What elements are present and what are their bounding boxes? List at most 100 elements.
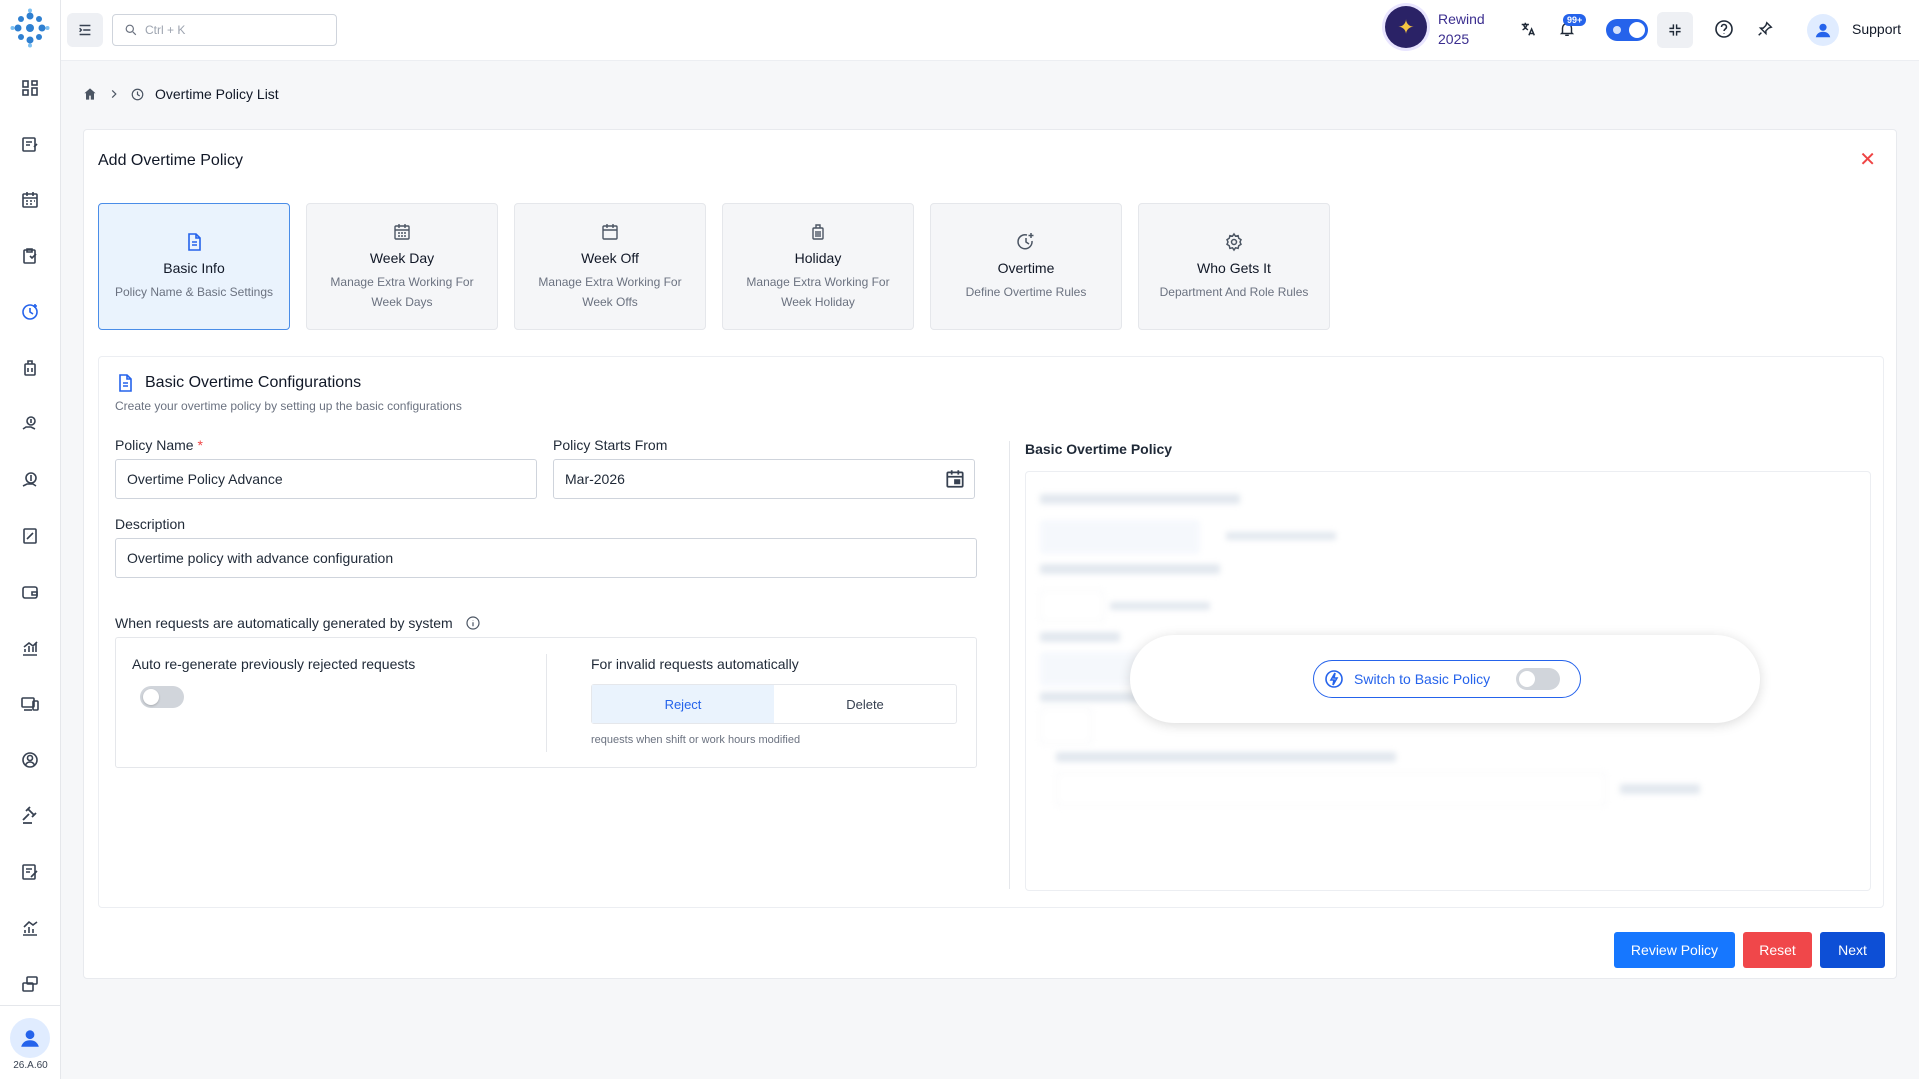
delete-option[interactable]: Delete bbox=[774, 685, 956, 723]
step-title: Week Off bbox=[581, 250, 639, 266]
policy-card: Add Overtime Policy ✕ Basic Info Policy … bbox=[83, 129, 1897, 979]
clock-plus-icon bbox=[931, 230, 1121, 254]
cards-icon[interactable] bbox=[18, 972, 42, 996]
close-icon[interactable]: ✕ bbox=[1859, 150, 1876, 170]
rewind-label[interactable]: Rewind 2025 bbox=[1438, 9, 1485, 49]
policy-name-input[interactable]: Overtime Policy Advance bbox=[115, 459, 537, 499]
switch-basic-policy-button[interactable]: Switch to Basic Policy bbox=[1313, 660, 1581, 698]
reject-option[interactable]: Reject bbox=[592, 685, 774, 723]
document-icon bbox=[119, 374, 132, 392]
step-basic-info[interactable]: Basic Info Policy Name & Basic Settings bbox=[98, 203, 290, 330]
invalid-hint: requests when shift or work hours modifi… bbox=[591, 734, 801, 746]
switch-basic-policy-toggle[interactable] bbox=[1516, 668, 1561, 690]
overtime-nav-icon[interactable] bbox=[18, 300, 42, 324]
devices-icon[interactable] bbox=[18, 692, 42, 716]
notification-badge: 99+ bbox=[1563, 14, 1587, 26]
document-icon bbox=[99, 230, 289, 254]
description-label: Description bbox=[115, 516, 186, 532]
support-avatar[interactable] bbox=[1807, 14, 1839, 46]
rewind-star-icon[interactable]: ✦ bbox=[1385, 6, 1427, 48]
notes-icon[interactable] bbox=[18, 132, 42, 156]
analytics-icon[interactable] bbox=[18, 916, 42, 940]
section-title: Basic Overtime Configurations bbox=[145, 374, 362, 391]
app-version: 26.A.60 bbox=[13, 1060, 48, 1071]
auto-requests-box: Auto re-generate previously rejected req… bbox=[115, 637, 977, 768]
step-title: Who Gets It bbox=[1197, 260, 1271, 276]
page-title: Add Overtime Policy bbox=[98, 152, 243, 169]
gavel-icon[interactable] bbox=[18, 804, 42, 828]
calendar-picker-icon[interactable] bbox=[944, 468, 966, 490]
search-box[interactable] bbox=[112, 14, 337, 46]
step-week-off[interactable]: Week Off Manage Extra Working For Week O… bbox=[514, 203, 706, 330]
coins-icon[interactable] bbox=[18, 468, 42, 492]
section-subtitle: Create your overtime policy by setting u… bbox=[115, 399, 462, 413]
step-title: Holiday bbox=[794, 250, 842, 266]
user-avatar[interactable] bbox=[10, 1018, 50, 1058]
reset-button[interactable]: Reset bbox=[1743, 932, 1812, 968]
sidebar-profile: 26.A.60 bbox=[0, 1005, 61, 1079]
policy-name-label: Policy Name * bbox=[115, 437, 203, 453]
step-desc: Policy Name & Basic Settings bbox=[114, 285, 274, 299]
rewind-line2: 2025 bbox=[1438, 31, 1470, 47]
switch-label: Switch to Basic Policy bbox=[1354, 671, 1491, 687]
wallet-icon[interactable] bbox=[18, 580, 42, 604]
regenerate-label: Auto re-generate previously rejected req… bbox=[132, 656, 416, 672]
reports-chart-icon[interactable] bbox=[18, 636, 42, 660]
review-policy-button[interactable]: Review Policy bbox=[1614, 932, 1735, 968]
user-circle-icon[interactable] bbox=[18, 748, 42, 772]
payment-hand-icon[interactable] bbox=[18, 412, 42, 436]
app-logo[interactable] bbox=[10, 8, 50, 48]
starts-from-input[interactable]: Mar-2026 bbox=[553, 459, 975, 499]
regenerate-toggle[interactable] bbox=[140, 686, 184, 708]
step-desc: Manage Extra Working For Week Offs bbox=[538, 275, 682, 309]
dashboard-icon[interactable] bbox=[18, 76, 42, 100]
support-label[interactable]: Support bbox=[1852, 21, 1901, 37]
step-who-gets-it[interactable]: Who Gets It Department And Role Rules bbox=[1138, 203, 1330, 330]
info-icon[interactable] bbox=[465, 615, 481, 631]
topbar: ✦ Rewind 2025 99+ Support bbox=[61, 0, 1919, 61]
description-input[interactable]: Overtime policy with advance configurati… bbox=[115, 538, 977, 578]
bolt-icon bbox=[1325, 670, 1343, 688]
step-desc: Manage Extra Working For Week Holiday bbox=[746, 275, 890, 309]
menu-toggle-button[interactable] bbox=[67, 13, 103, 47]
step-holiday[interactable]: Holiday Manage Extra Working For Week Ho… bbox=[722, 203, 914, 330]
section-header: Basic Overtime Configurations bbox=[115, 373, 361, 393]
invalid-action-segment: Reject Delete bbox=[591, 684, 957, 724]
fullscreen-button[interactable] bbox=[1657, 12, 1693, 48]
luggage-nav-icon[interactable] bbox=[18, 356, 42, 380]
auto-requests-title: When requests are automatically generate… bbox=[115, 615, 453, 631]
calendar-nav-icon[interactable] bbox=[18, 188, 42, 212]
step-desc: Department And Role Rules bbox=[1159, 285, 1309, 299]
vertical-divider bbox=[1009, 441, 1010, 889]
stepper: Basic Info Policy Name & Basic Settings … bbox=[98, 203, 1330, 330]
help-icon[interactable] bbox=[1711, 16, 1737, 42]
percent-doc-icon[interactable] bbox=[18, 524, 42, 548]
step-overtime[interactable]: Overtime Define Overtime Rules bbox=[930, 203, 1122, 330]
translate-icon[interactable] bbox=[1515, 16, 1541, 42]
search-input[interactable] bbox=[145, 23, 315, 37]
switch-policy-overlay: Switch to Basic Policy bbox=[1130, 635, 1760, 723]
theme-toggle[interactable] bbox=[1606, 19, 1648, 41]
sidebar: 26.A.60 bbox=[0, 0, 61, 1079]
divider bbox=[546, 654, 547, 752]
clipboard-icon[interactable] bbox=[18, 244, 42, 268]
step-desc: Define Overtime Rules bbox=[965, 285, 1087, 299]
step-week-day[interactable]: Week Day Manage Extra Working For Week D… bbox=[306, 203, 498, 330]
edit-doc-icon[interactable] bbox=[18, 860, 42, 884]
basic-policy-title: Basic Overtime Policy bbox=[1025, 441, 1173, 457]
starts-from-value: Mar-2026 bbox=[565, 471, 625, 487]
step-title: Overtime bbox=[997, 260, 1055, 276]
menu-icon bbox=[79, 24, 91, 36]
home-icon[interactable] bbox=[82, 86, 98, 102]
breadcrumb: Overtime Policy List bbox=[82, 86, 279, 102]
chevron-right-icon bbox=[111, 89, 117, 99]
step-title: Basic Info bbox=[163, 260, 225, 276]
invalid-requests-label: For invalid requests automatically bbox=[591, 656, 799, 672]
search-icon bbox=[125, 24, 137, 36]
starts-from-label: Policy Starts From bbox=[553, 437, 668, 453]
auto-requests-heading: When requests are automatically generate… bbox=[115, 615, 481, 631]
pin-icon[interactable] bbox=[1752, 16, 1778, 42]
rewind-line1: Rewind bbox=[1438, 11, 1485, 27]
step-title: Week Day bbox=[369, 250, 435, 266]
next-button[interactable]: Next bbox=[1820, 932, 1885, 968]
